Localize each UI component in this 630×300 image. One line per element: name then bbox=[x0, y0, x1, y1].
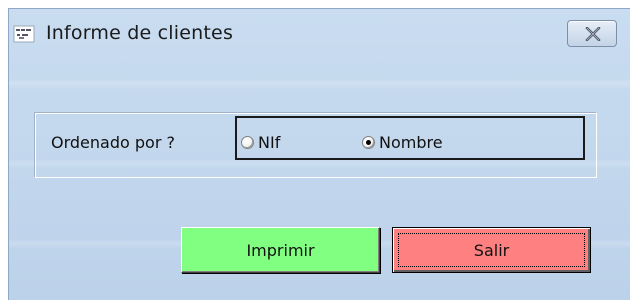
sort-by-label: Ordenado por ? bbox=[51, 133, 175, 152]
exit-button[interactable]: Salir bbox=[392, 227, 591, 273]
title-bar[interactable]: Informe de clientes bbox=[9, 9, 630, 65]
window-title: Informe de clientes bbox=[46, 22, 234, 44]
exit-button-label: Salir bbox=[473, 240, 510, 260]
radio-button-selected[interactable] bbox=[362, 135, 375, 149]
radio-dot-icon bbox=[366, 139, 371, 145]
radio-option-nif[interactable]: NIf bbox=[241, 132, 281, 152]
print-button[interactable]: Imprimir bbox=[181, 227, 380, 273]
radio-label-nif: NIf bbox=[258, 132, 281, 152]
radio-option-nombre[interactable]: Nombre bbox=[362, 132, 443, 152]
close-button[interactable] bbox=[567, 20, 617, 47]
dialog-window: Informe de clientes Ordenado por ? NIf N… bbox=[8, 8, 630, 300]
close-x-icon bbox=[585, 27, 601, 41]
radio-label-nombre: Nombre bbox=[379, 132, 443, 152]
radio-button[interactable] bbox=[241, 135, 254, 149]
app-icon bbox=[13, 24, 35, 44]
print-button-label: Imprimir bbox=[246, 240, 315, 260]
